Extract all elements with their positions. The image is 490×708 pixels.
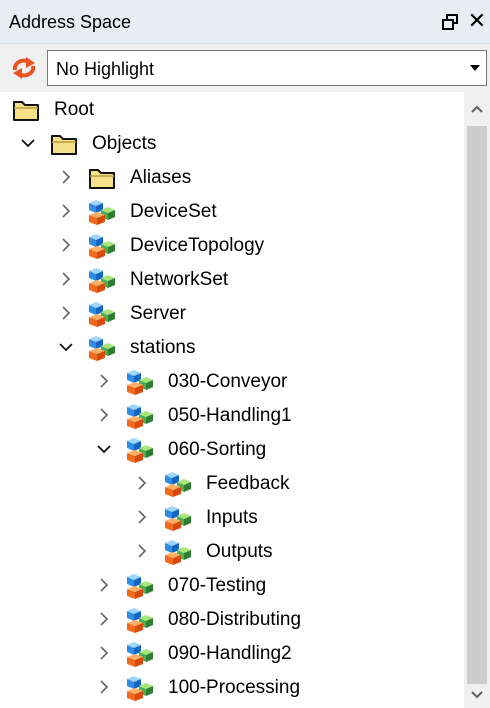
object-node-icon bbox=[126, 607, 154, 633]
tree-node-label: Inputs bbox=[206, 507, 258, 528]
folder-icon bbox=[50, 131, 78, 157]
object-node-icon bbox=[126, 369, 154, 395]
panel-title: Address Space bbox=[9, 12, 132, 32]
scroll-up-icon[interactable] bbox=[470, 102, 484, 116]
scroll-thumb[interactable] bbox=[467, 126, 487, 684]
folder-icon bbox=[88, 165, 116, 191]
tree-node-label: Root bbox=[54, 99, 95, 120]
tree-node-label: Objects bbox=[92, 133, 157, 154]
tree-node-label: 050-Handling1 bbox=[168, 405, 292, 426]
tree-node-stations[interactable]: stations bbox=[0, 331, 464, 365]
chevron-right-icon[interactable] bbox=[96, 679, 112, 695]
tree-node-090-handling2[interactable]: 090-Handling2 bbox=[0, 637, 464, 671]
object-node-icon bbox=[88, 335, 116, 361]
tree-node-label: 030-Conveyor bbox=[168, 371, 288, 392]
tree-node-050-handling1[interactable]: 050-Handling1 bbox=[0, 399, 464, 433]
object-node-icon bbox=[88, 301, 116, 327]
tree-node-100-processing[interactable]: 100-Processing bbox=[0, 671, 464, 705]
chevron-right-icon[interactable] bbox=[58, 271, 74, 287]
object-node-icon bbox=[126, 573, 154, 599]
object-node-icon bbox=[126, 403, 154, 429]
highlight-select[interactable]: No Highlight bbox=[47, 50, 487, 86]
tree-node-server[interactable]: Server bbox=[0, 297, 464, 331]
refresh-icon[interactable] bbox=[9, 57, 39, 79]
object-node-icon bbox=[126, 437, 154, 463]
tree-node-label: 100-Processing bbox=[168, 677, 301, 698]
chevron-down-icon[interactable] bbox=[96, 441, 112, 457]
chevron-right-icon[interactable] bbox=[58, 305, 74, 321]
scroll-down-icon[interactable] bbox=[470, 688, 484, 702]
highlight-select-value: No Highlight bbox=[56, 59, 155, 79]
object-node-icon bbox=[88, 267, 116, 293]
tree-node-080-distributing[interactable]: 080-Distributing bbox=[0, 603, 464, 637]
object-node-icon bbox=[164, 505, 192, 531]
tree-node-label: DeviceTopology bbox=[130, 235, 265, 256]
tree-node-networkset[interactable]: NetworkSet bbox=[0, 263, 464, 297]
tree-node-label: 060-Sorting bbox=[168, 439, 267, 460]
vertical-scrollbar[interactable] bbox=[464, 92, 490, 708]
chevron-right-icon[interactable] bbox=[96, 645, 112, 661]
tree-node-label: stations bbox=[130, 337, 196, 358]
object-node-icon bbox=[126, 675, 154, 701]
object-node-icon bbox=[88, 233, 116, 259]
tree-node-root[interactable]: Root bbox=[0, 93, 464, 127]
object-node-icon bbox=[126, 641, 154, 667]
chevron-right-icon[interactable] bbox=[96, 611, 112, 627]
tree-node-030-conveyor[interactable]: 030-Conveyor bbox=[0, 365, 464, 399]
object-node-icon bbox=[164, 471, 192, 497]
tree-node-060-sorting[interactable]: 060-Sorting bbox=[0, 433, 464, 467]
tree-node-feedback[interactable]: Feedback bbox=[0, 467, 464, 501]
chevron-down-icon[interactable] bbox=[20, 135, 36, 151]
tree-node-label: Outputs bbox=[206, 541, 273, 562]
chevron-right-icon[interactable] bbox=[134, 509, 150, 525]
tree-node-objects[interactable]: Objects bbox=[0, 127, 464, 161]
chevron-down-icon[interactable] bbox=[470, 65, 480, 71]
chevron-right-icon[interactable] bbox=[134, 475, 150, 491]
chevron-right-icon[interactable] bbox=[96, 577, 112, 593]
tree-node-label: NetworkSet bbox=[130, 269, 229, 290]
panel-titlebar: Address Space ✕ bbox=[0, 0, 490, 44]
tree-node-outputs[interactable]: Outputs bbox=[0, 535, 464, 569]
chevron-right-icon[interactable] bbox=[96, 407, 112, 423]
chevron-right-icon[interactable] bbox=[134, 543, 150, 559]
tree-node-inputs[interactable]: Inputs bbox=[0, 501, 464, 535]
tree-node-label: 070-Testing bbox=[168, 575, 267, 596]
float-window-icon[interactable] bbox=[440, 12, 460, 32]
tree-node-devicetopology[interactable]: DeviceTopology bbox=[0, 229, 464, 263]
tree-node-label: 080-Distributing bbox=[168, 609, 302, 630]
chevron-right-icon[interactable] bbox=[58, 169, 74, 185]
chevron-right-icon[interactable] bbox=[58, 203, 74, 219]
tree-node-label: DeviceSet bbox=[130, 201, 217, 222]
address-space-tree: Root Objects Aliases DeviceSet DeviceTopolog… bbox=[0, 92, 464, 708]
tree-node-aliases[interactable]: Aliases bbox=[0, 161, 464, 195]
tree-node-070-testing[interactable]: 070-Testing bbox=[0, 569, 464, 603]
tree-node-deviceset[interactable]: DeviceSet bbox=[0, 195, 464, 229]
tree-node-label: Aliases bbox=[130, 167, 192, 188]
object-node-icon bbox=[88, 199, 116, 225]
folder-icon bbox=[12, 97, 40, 123]
chevron-down-icon[interactable] bbox=[58, 339, 74, 355]
chevron-right-icon[interactable] bbox=[96, 373, 112, 389]
chevron-right-icon[interactable] bbox=[58, 237, 74, 253]
object-node-icon bbox=[164, 539, 192, 565]
tree-node-label: 090-Handling2 bbox=[168, 643, 292, 664]
tree-node-label: Feedback bbox=[206, 473, 290, 494]
close-icon[interactable]: ✕ bbox=[466, 8, 488, 34]
tree-node-label: Server bbox=[130, 303, 186, 324]
